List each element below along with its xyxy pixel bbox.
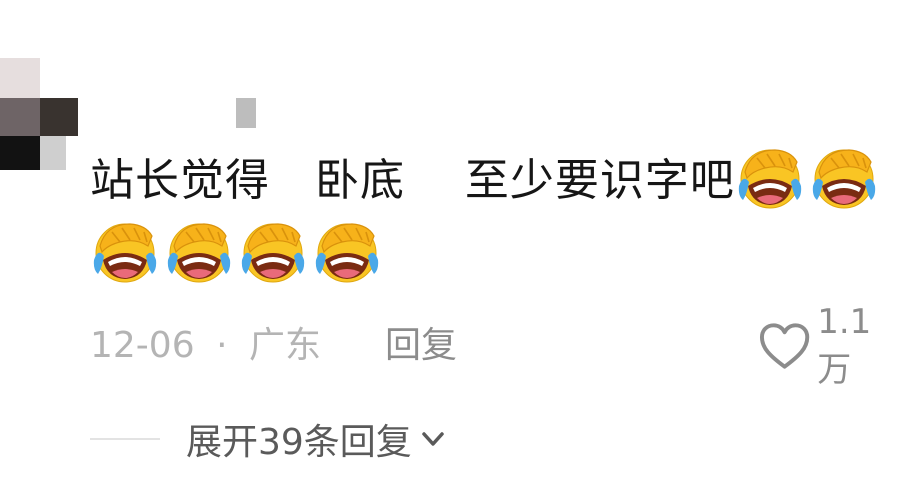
- like-count: 1.1万: [817, 301, 872, 390]
- username-redacted: [220, 98, 256, 128]
- avatar[interactable]: [0, 58, 78, 170]
- reply-button[interactable]: 回复: [385, 320, 457, 372]
- comment-line-2: [90, 216, 904, 290]
- facepalm-laughing-emoji-icon: [90, 216, 160, 286]
- divider-line: [90, 438, 160, 440]
- facepalm-laughing-emoji-icon: [312, 216, 382, 286]
- expand-replies-label: 展开39条回复: [186, 422, 412, 463]
- comment-meta: 12-06 · 广东: [90, 320, 321, 372]
- comment-segment-1: 站长觉得: [90, 155, 270, 206]
- expand-replies-button[interactable]: 展开39条回复: [186, 413, 448, 465]
- chevron-down-icon: [422, 432, 444, 446]
- comment-date: 12-06: [90, 325, 195, 366]
- comment-line-1: 站长觉得 卧底 至少要识字吧: [90, 142, 904, 216]
- meta-separator: ·: [216, 325, 228, 366]
- comment-text: 站长觉得 卧底 至少要识字吧: [90, 142, 904, 290]
- heart-outline-icon: [759, 323, 810, 369]
- comment-segment-3: 至少要识字吧: [464, 155, 735, 206]
- facepalm-laughing-emoji-icon: [735, 142, 805, 212]
- comment-segment-2: 卧底: [314, 155, 405, 206]
- facepalm-laughing-emoji-icon: [238, 216, 308, 286]
- expand-replies-row: 展开39条回复: [90, 414, 448, 464]
- like-button[interactable]: 1.1万: [758, 302, 904, 390]
- comment-location: 广东: [248, 325, 321, 366]
- facepalm-laughing-emoji-icon: [164, 216, 234, 286]
- facepalm-laughing-emoji-icon: [809, 142, 879, 212]
